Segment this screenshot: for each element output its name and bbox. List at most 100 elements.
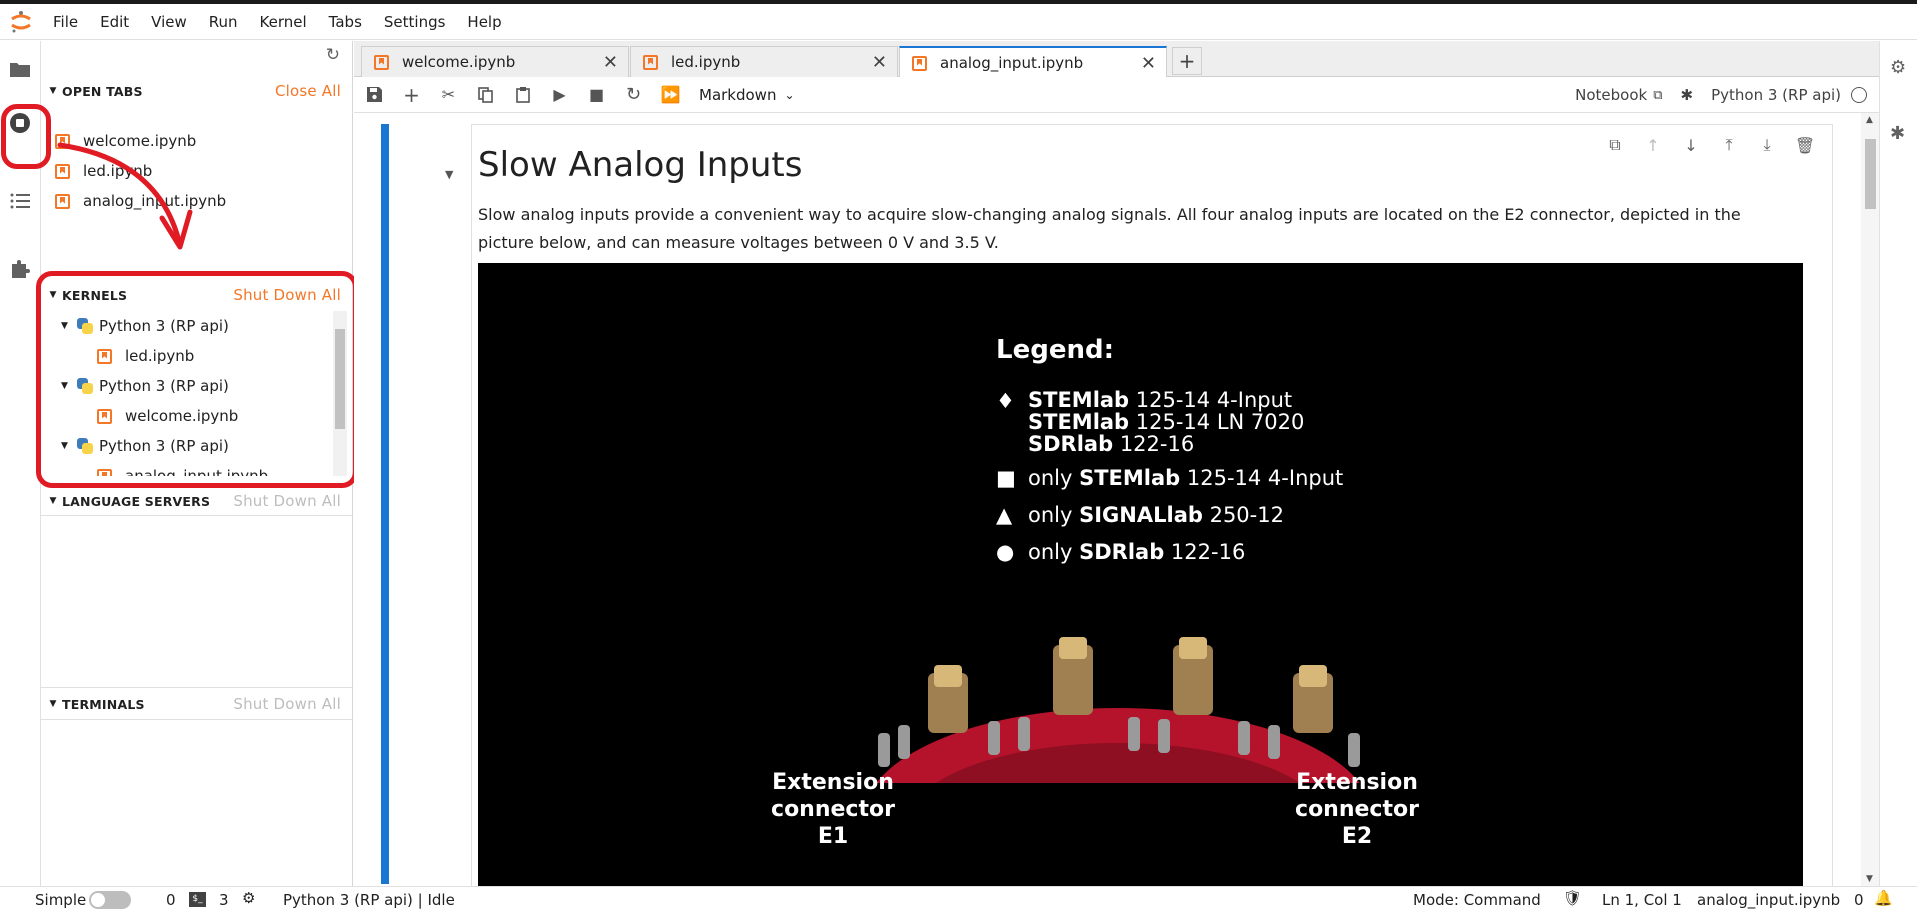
paste-icon[interactable]	[504, 77, 541, 113]
annotation-arrow-icon	[57, 142, 193, 250]
jupyter-logo-icon	[0, 4, 42, 40]
kernel-status-icon	[1851, 87, 1867, 103]
terminal-icon[interactable]: $_	[189, 892, 206, 907]
notebook-icon	[912, 55, 927, 71]
divider	[41, 719, 353, 720]
move-up-icon[interactable]: ↑	[1638, 131, 1668, 159]
bell-icon[interactable]: 🔔	[1874, 889, 1893, 907]
editor-mode: Mode: Command	[1413, 891, 1541, 909]
close-all-button[interactable]: Close All	[275, 82, 341, 100]
open-tabs-header[interactable]: ▼ OPEN TABS Close All	[41, 77, 353, 105]
menu-tabs[interactable]: Tabs	[318, 4, 373, 40]
cut-icon[interactable]: ✂	[430, 77, 467, 113]
menu-help[interactable]: Help	[456, 4, 512, 40]
tab-welcome[interactable]: welcome.ipynb ✕	[361, 46, 629, 77]
tab-led[interactable]: led.ipynb ✕	[630, 46, 898, 77]
cell-toolbar: ⧉ ↑ ↓ ⤒ ⤓ 🗑	[1600, 131, 1820, 159]
tab-analog-input[interactable]: analog_input.ipynb ✕	[899, 46, 1167, 78]
trusted-icon[interactable]: 🛡	[1563, 889, 1582, 907]
toolbar-right: Notebook ⧉ ✱ Python 3 (RP api)	[1575, 77, 1879, 113]
legend-item: ♦ STEMlab 125-14 4-Input STEMlab 125-14 …	[996, 388, 1305, 456]
notebook-scrollbar[interactable]: ▲ ▼	[1861, 113, 1879, 886]
legend-item: ● only SDRlab 122-16	[996, 540, 1246, 564]
markdown-cell[interactable]: ⧉ ↑ ↓ ⤒ ⤓ 🗑 Slow Analog Inputs Slow anal…	[471, 124, 1833, 886]
delete-cell-icon[interactable]: 🗑	[1790, 131, 1820, 159]
new-tab-button[interactable]: +	[1172, 47, 1202, 75]
external-link-icon: ⧉	[1653, 87, 1663, 103]
cell-collapser[interactable]	[381, 124, 389, 884]
run-icon[interactable]: ▶	[541, 77, 578, 113]
open-in-notebook-button[interactable]: Notebook	[1575, 86, 1647, 104]
chevron-down-icon: ▼	[49, 496, 57, 506]
status-bar: Simple 0 $_ 3 ⚙ Python 3 (RP api) | Idle…	[0, 886, 1917, 911]
board-diagram-image: Legend: ♦ STEMlab 125-14 4-Input STEMlab…	[478, 263, 1803, 886]
insert-below-icon[interactable]: ⤓	[1752, 131, 1782, 159]
legend-item: ■ only STEMlab 125-14 4-Input	[996, 466, 1344, 490]
close-icon[interactable]: ✕	[1141, 53, 1156, 74]
kernel-status[interactable]: Python 3 (RP api) | Idle	[283, 891, 455, 909]
debugger-icon[interactable]: ✱	[1890, 123, 1905, 144]
menu-bar: File Edit View Run Kernel Tabs Settings …	[0, 4, 1917, 40]
kernel-count: 3	[219, 891, 229, 909]
circle-icon: ●	[996, 540, 1015, 564]
language-servers-header[interactable]: ▼ LANGUAGE SERVERS Shut Down All	[41, 487, 353, 515]
property-inspector-icon[interactable]: ⚙	[1890, 57, 1906, 78]
current-file: analog_input.ipynb	[1697, 891, 1841, 909]
legend-item: ▲ only SIGNALlab 250-12	[996, 503, 1284, 527]
kernel-name-button[interactable]: Python 3 (RP api)	[1711, 86, 1841, 104]
move-down-icon[interactable]: ↓	[1676, 131, 1706, 159]
notification-count: 0	[1854, 891, 1864, 909]
notebook-icon	[643, 54, 658, 70]
connector-e2-label: Extension connector E2	[1295, 770, 1419, 849]
toc-icon[interactable]	[8, 189, 32, 213]
kernel-chip-icon[interactable]: ⚙	[242, 889, 255, 907]
chevron-down-icon: ⌄	[784, 87, 795, 102]
close-icon[interactable]: ✕	[603, 52, 618, 73]
square-icon: ■	[996, 466, 1016, 490]
duplicate-cell-icon[interactable]: ⧉	[1600, 131, 1630, 159]
shut-down-all-terminals-button[interactable]: Shut Down All	[233, 695, 341, 713]
chevron-down-icon: ▼	[49, 699, 57, 709]
simple-mode-toggle[interactable]	[89, 890, 131, 909]
menu-view[interactable]: View	[140, 4, 198, 40]
divider	[41, 687, 353, 688]
cell-paragraph: Slow analog inputs provide a convenient …	[478, 205, 1741, 252]
fast-forward-icon[interactable]: ⏩	[652, 77, 689, 113]
add-cell-icon[interactable]: +	[393, 77, 430, 113]
restart-icon[interactable]: ↻	[615, 77, 652, 113]
notebook-toolbar: + ✂ ▶ ■ ↻ ⏩ Markdown ⌄ Notebook ⧉ ✱ Pytho…	[354, 77, 1879, 113]
cell-heading: Slow Analog Inputs	[478, 145, 803, 185]
connector-e1-label: Extension connector E1	[771, 770, 895, 849]
cursor-position[interactable]: Ln 1, Col 1	[1602, 891, 1682, 909]
red-pitaya-board-illustration	[876, 637, 1360, 783]
terminal-count: 0	[166, 891, 176, 909]
chevron-down-icon: ▼	[49, 86, 57, 96]
close-icon[interactable]: ✕	[872, 52, 887, 73]
stop-icon[interactable]: ■	[578, 77, 615, 113]
bug-icon[interactable]: ✱	[1681, 86, 1694, 104]
diamond-icon: ♦	[996, 389, 1015, 413]
menu-edit[interactable]: Edit	[89, 4, 140, 40]
triangle-icon: ▲	[996, 503, 1013, 527]
notebook-panel: ▼ ⧉ ↑ ↓ ⤒ ⤓ 🗑 Slow Analog Inputs Slow an…	[354, 113, 1879, 886]
insert-above-icon[interactable]: ⤒	[1714, 131, 1744, 159]
extension-icon[interactable]	[8, 256, 32, 280]
save-icon[interactable]	[356, 77, 393, 113]
menu-kernel[interactable]: Kernel	[249, 4, 318, 40]
simple-mode-label: Simple	[35, 891, 87, 909]
annotation-highlight-kernels	[36, 271, 358, 488]
folder-icon[interactable]	[8, 57, 32, 81]
right-activity-bar: ⚙ ✱	[1879, 41, 1917, 886]
shut-down-all-language-servers-button[interactable]: Shut Down All	[233, 492, 341, 510]
legend-title: Legend:	[996, 335, 1114, 365]
terminals-header[interactable]: ▼ TERMINALS Shut Down All	[41, 690, 353, 718]
copy-icon[interactable]	[467, 77, 504, 113]
menu-settings[interactable]: Settings	[373, 4, 457, 40]
menu-file[interactable]: File	[42, 4, 89, 40]
refresh-icon[interactable]: ↻	[326, 45, 340, 65]
menu-run[interactable]: Run	[198, 4, 249, 40]
collapse-heading-icon[interactable]: ▼	[445, 168, 453, 181]
cell-type-select[interactable]: Markdown ⌄	[699, 86, 795, 104]
divider	[41, 515, 353, 516]
main-area: welcome.ipynb ✕ led.ipynb ✕ analog_input.i…	[354, 41, 1879, 886]
